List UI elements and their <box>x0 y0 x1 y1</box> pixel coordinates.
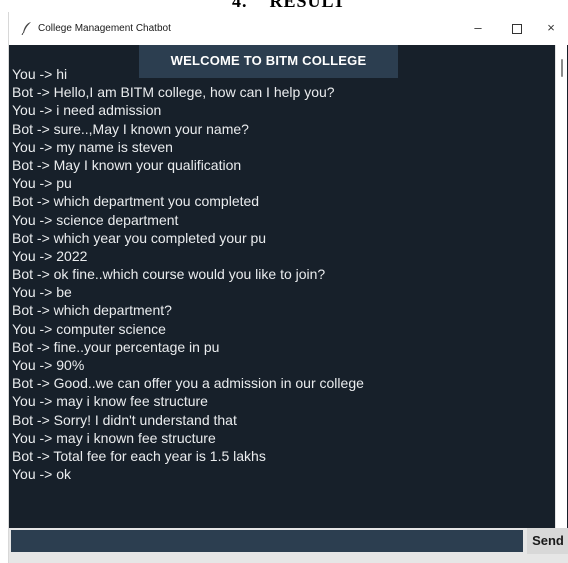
chat-message: You -> be <box>12 284 72 301</box>
chat-message: You -> pu <box>12 175 72 192</box>
message-input[interactable] <box>11 530 523 552</box>
chat-message: You -> may i know fee structure <box>12 393 208 410</box>
chat-message: You -> i need admission <box>12 102 162 119</box>
chat-message: You -> science department <box>12 211 179 228</box>
chat-scrollbar[interactable] <box>555 45 567 528</box>
chat-message: You -> may i known fee structure <box>12 429 216 446</box>
chat-message: Bot -> which year you completed your pu <box>12 229 267 246</box>
chat-message: Bot -> ok fine..which course would you l… <box>12 266 326 283</box>
chat-message: Bot -> May I known your qualification <box>12 156 242 173</box>
scrollbar-thumb[interactable] <box>561 59 563 77</box>
maximize-icon <box>512 24 522 34</box>
chat-message: Bot -> which department you completed <box>12 193 260 210</box>
chat-message: Bot -> which department? <box>12 302 172 319</box>
page-heading-crop: 4. RESULT <box>0 0 568 12</box>
chat-message: Bot -> Sorry! I didn't understand that <box>12 411 237 428</box>
chat-message: You -> ok <box>12 466 72 483</box>
chat-message: You -> 2022 <box>12 247 88 264</box>
page-heading-fragment: 4. RESULT <box>232 0 346 11</box>
chat-transcript[interactable]: You -> hi Bot -> Hello,I am BITM college… <box>12 65 552 483</box>
chat-message: You -> 90% <box>12 357 85 373</box>
close-icon: × <box>547 20 555 35</box>
maximize-button[interactable] <box>505 18 529 38</box>
input-bar: Send <box>9 528 568 563</box>
close-button[interactable]: × <box>539 18 563 38</box>
chatbot-window: College Management Chatbot – × WELCOME T… <box>8 12 568 563</box>
chat-message: You -> computer science <box>12 320 166 337</box>
minimize-button[interactable]: – <box>466 18 490 38</box>
chat-message: Bot -> fine..your percentage in pu <box>12 338 220 355</box>
window-title: College Management Chatbot <box>38 23 171 34</box>
send-button[interactable]: Send <box>527 528 568 554</box>
chat-message: Bot -> sure..,May I known your name? <box>12 120 249 137</box>
chat-message: Bot -> Hello,I am BITM college, how can … <box>12 84 335 101</box>
chat-message: You -> my name is steven <box>12 138 173 155</box>
minimize-icon: – <box>474 20 482 35</box>
chat-message: You -> hi <box>12 66 68 82</box>
feather-icon <box>21 22 31 35</box>
title-bar: College Management Chatbot – × <box>9 12 568 45</box>
chat-message: Bot -> Good..we can offer you a admissio… <box>12 375 364 392</box>
chat-message: Bot -> Total fee for each year is 1.5 la… <box>12 447 266 464</box>
